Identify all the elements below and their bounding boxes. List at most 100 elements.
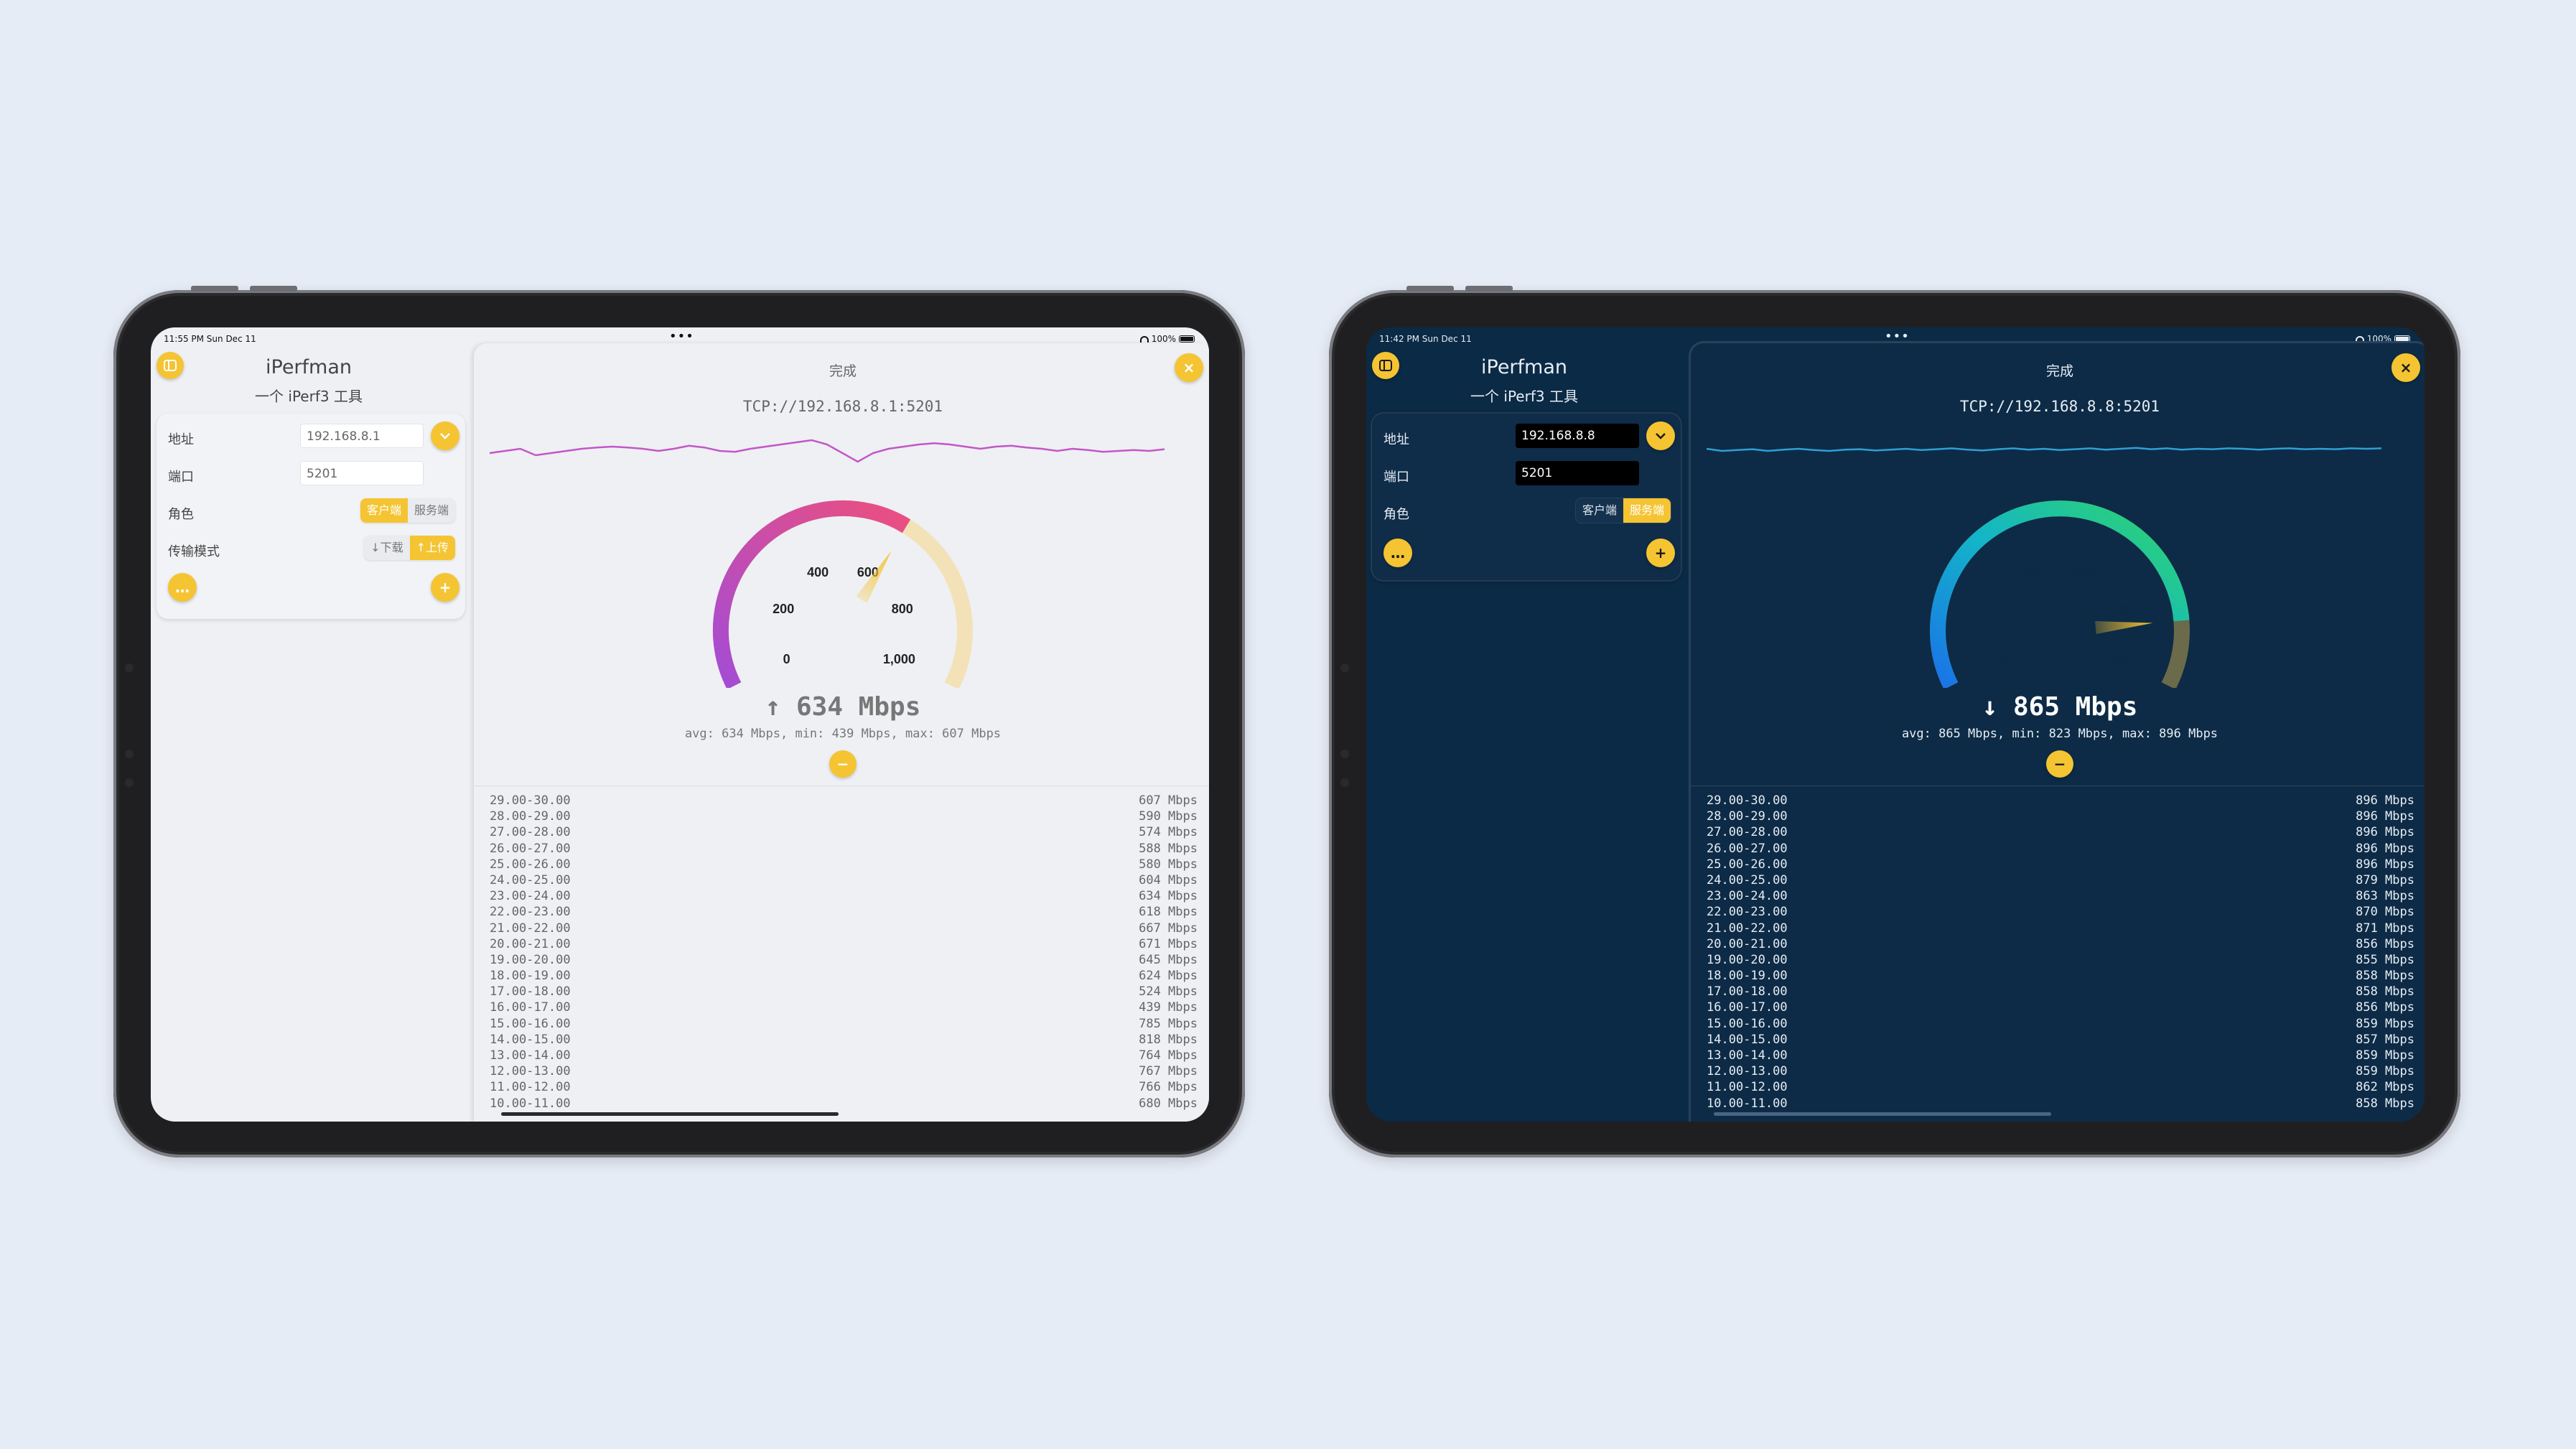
gauge-tick-label: 1,000: [2100, 652, 2132, 666]
role-server-option[interactable]: 服务端: [408, 498, 455, 523]
log-rate: 870 Mbps: [2356, 905, 2414, 920]
log-interval: 18.00-19.00: [1707, 969, 1788, 984]
log-row: 24.00-25.00 879 Mbps: [1707, 872, 2414, 888]
log-rate: 896 Mbps: [2356, 809, 2414, 824]
log-interval: 14.00-15.00: [1707, 1032, 1788, 1047]
log-interval: 29.00-30.00: [490, 793, 571, 808]
log-row: 18.00-19.00 858 Mbps: [1707, 968, 2414, 984]
volume-button: [191, 286, 238, 292]
log-row: 22.00-23.00 870 Mbps: [1707, 904, 2414, 920]
log-rate: 574 Mbps: [1139, 825, 1198, 840]
log-interval: 13.00-14.00: [1707, 1048, 1788, 1063]
log-interval: 24.00-25.00: [490, 872, 571, 887]
mode-label: 传输模式: [168, 544, 220, 559]
log-rate: 524 Mbps: [1139, 984, 1198, 1000]
current-speed: ↓ 865 Mbps: [1691, 692, 2425, 722]
port-field[interactable]: 5201: [300, 461, 424, 485]
test-status: 完成: [829, 363, 857, 379]
log-row: 26.00-27.00 896 Mbps: [1707, 841, 2414, 857]
config-card: 地址 192.168.8.8 端口 5201 角色 客户端 服务端 … +: [1372, 414, 1681, 580]
app-subtitle: 一个 iPerf3 工具: [1470, 388, 1578, 405]
mode-upload-option[interactable]: ↑上传: [409, 536, 455, 560]
close-button[interactable]: ×: [1175, 353, 1203, 382]
log-row: 21.00-22.00 871 Mbps: [1707, 921, 2414, 936]
log-rate: 879 Mbps: [2356, 872, 2414, 887]
log-interval: 23.00-24.00: [490, 889, 571, 904]
log-interval: 14.00-15.00: [490, 1032, 571, 1047]
sparkline-path: [1707, 447, 2381, 452]
log-row: 14.00-15.00 818 Mbps: [490, 1032, 1198, 1048]
log-row: 11.00-12.00 766 Mbps: [490, 1079, 1198, 1095]
server-url: TCP://192.168.8.1:5201: [742, 398, 943, 415]
role-server-option[interactable]: 服务端: [1623, 498, 1671, 523]
log-row: 19.00-20.00 645 Mbps: [490, 952, 1198, 968]
log-interval: 15.00-16.00: [490, 1016, 571, 1031]
close-button[interactable]: ×: [2391, 353, 2420, 382]
mode-download-option[interactable]: ↓下载: [364, 536, 409, 560]
log-row: 19.00-20.00 855 Mbps: [1707, 952, 2414, 968]
log-rate: 857 Mbps: [2356, 1032, 2414, 1047]
log-interval: 29.00-30.00: [1707, 793, 1788, 808]
log-rate: 604 Mbps: [1139, 872, 1198, 887]
multitasking-dots[interactable]: •••: [1885, 329, 1910, 344]
port-row: 端口 5201: [157, 461, 465, 487]
interval-log[interactable]: 29.00-30.00 896 Mbps 28.00-29.00 896 Mbps 27…: [1707, 793, 2414, 1122]
log-rate: 766 Mbps: [1139, 1080, 1198, 1095]
history-button[interactable]: [431, 421, 459, 450]
log-rate: 645 Mbps: [1139, 952, 1198, 967]
more-button[interactable]: …: [1383, 539, 1412, 567]
log-interval: 10.00-11.00: [1707, 1096, 1788, 1111]
log-rate: 590 Mbps: [1139, 809, 1198, 824]
port-field[interactable]: 5201: [1516, 461, 1639, 485]
multitasking-dots[interactable]: •••: [669, 329, 694, 344]
log-interval: 27.00-28.00: [1707, 825, 1788, 840]
log-rate: 818 Mbps: [1139, 1032, 1198, 1047]
interval-log[interactable]: 29.00-30.00 607 Mbps 28.00-29.00 590 Mbps 27…: [490, 793, 1198, 1122]
address-field[interactable]: 192.168.8.8: [1516, 424, 1639, 448]
log-interval: 24.00-25.00: [1707, 872, 1788, 887]
role-client-option[interactable]: 客户端: [1576, 498, 1623, 523]
add-button[interactable]: +: [1646, 539, 1675, 567]
log-rate: 671 Mbps: [1139, 936, 1198, 951]
port-row: 端口 5201: [1372, 461, 1681, 487]
log-interval: 17.00-18.00: [1707, 984, 1788, 1000]
collapse-button[interactable]: −: [829, 750, 857, 778]
mode-segmented-control: ↓下载 ↑上传: [364, 536, 455, 560]
log-interval: 12.00-13.00: [1707, 1064, 1788, 1079]
address-field[interactable]: 192.168.8.1: [300, 424, 424, 448]
log-rate: 896 Mbps: [2356, 857, 2414, 872]
log-interval: 17.00-18.00: [490, 984, 571, 1000]
log-row: 16.00-17.00 439 Mbps: [490, 1000, 1198, 1015]
gauge-value-arc: [1930, 500, 2190, 688]
log-rate: 855 Mbps: [2356, 952, 2414, 967]
log-rate: 588 Mbps: [1139, 841, 1198, 856]
log-rate: 624 Mbps: [1139, 969, 1198, 984]
gauge-needle: [2095, 621, 2153, 634]
log-row: 23.00-24.00 863 Mbps: [1707, 888, 2414, 904]
log-interval: 28.00-29.00: [490, 809, 571, 824]
server-url: TCP://192.168.8.8:5201: [1959, 398, 2160, 415]
log-rate: 858 Mbps: [2356, 984, 2414, 1000]
status-time: 11:55 PM Sun Dec 11: [164, 334, 256, 344]
log-interval: 13.00-14.00: [490, 1048, 571, 1063]
log-rate: 680 Mbps: [1139, 1096, 1198, 1111]
app-subtitle: 一个 iPerf3 工具: [255, 388, 363, 405]
gauge-tick-label: 600: [2074, 565, 2096, 579]
log-row: 15.00-16.00 785 Mbps: [490, 1016, 1198, 1032]
role-row: 角色 客户端 服务端: [1372, 498, 1681, 524]
role-client-option[interactable]: 客户端: [360, 498, 408, 523]
result-panel: 完成 × TCP://192.168.8.1:5201 0 200 400 600 80…: [474, 343, 1209, 1122]
battery-icon: [1179, 335, 1195, 343]
more-button[interactable]: …: [168, 573, 197, 602]
volume-button: [1465, 286, 1513, 292]
log-rate: 858 Mbps: [2356, 1096, 2414, 1111]
download-arrow-icon: ↓: [1982, 692, 1998, 722]
log-row: 21.00-22.00 667 Mbps: [490, 921, 1198, 936]
camera-dot: [1340, 750, 1349, 758]
history-button[interactable]: [1646, 421, 1675, 450]
log-row: 20.00-21.00 856 Mbps: [1707, 936, 2414, 952]
add-button[interactable]: +: [431, 573, 459, 602]
log-row: 25.00-26.00 896 Mbps: [1707, 857, 2414, 872]
collapse-button[interactable]: −: [2046, 750, 2073, 778]
log-rate: 858 Mbps: [2356, 969, 2414, 984]
